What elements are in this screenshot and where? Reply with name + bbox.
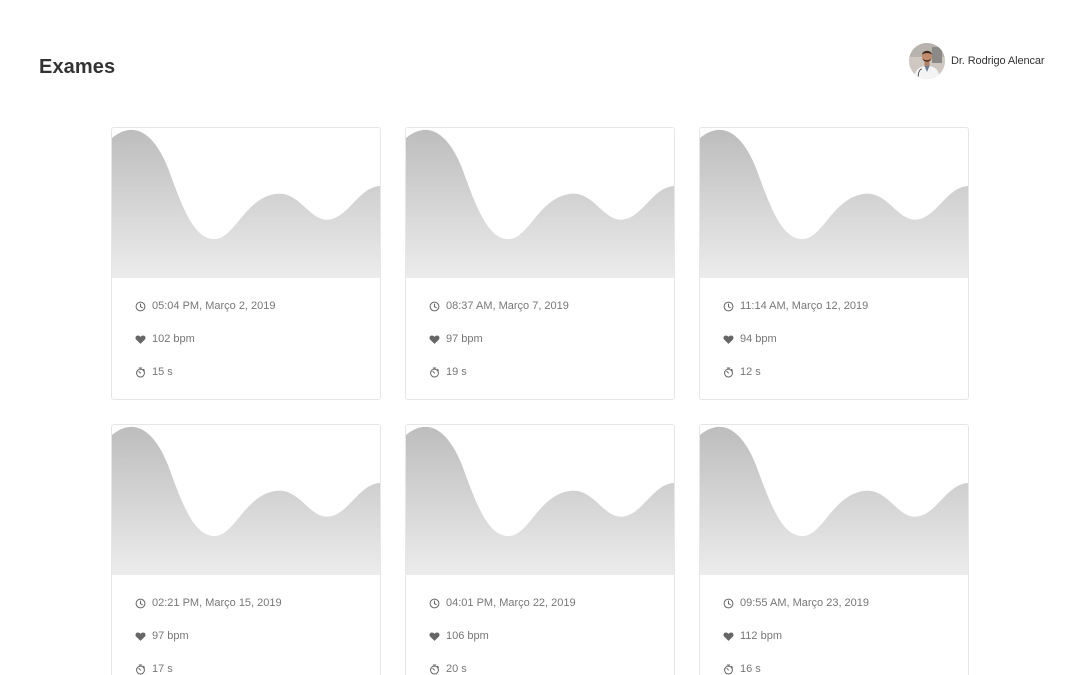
exam-card[interactable]: 09:55 AM, Março 23, 2019 112 bpm 16 s [699, 424, 969, 675]
stopwatch-icon [724, 664, 733, 674]
clock-icon [135, 598, 146, 608]
heart-icon [135, 631, 146, 641]
exam-card[interactable]: 05:04 PM, Março 2, 2019 102 bpm 15 s [111, 127, 381, 400]
exam-details: 05:04 PM, Março 2, 2019 102 bpm 15 s [112, 278, 380, 379]
exam-card[interactable]: 02:21 PM, Março 15, 2019 97 bpm 17 s [111, 424, 381, 675]
exam-datetime-text: 11:14 AM, Março 12, 2019 [740, 300, 869, 312]
exam-duration-text: 15 s [152, 366, 173, 378]
stopwatch-icon [724, 367, 733, 377]
clock-icon [429, 301, 440, 311]
exam-datetime-text: 08:37 AM, Março 7, 2019 [446, 300, 569, 312]
exam-heart-rate: 97 bpm [429, 332, 674, 346]
exam-datetime-text: 05:04 PM, Março 2, 2019 [152, 300, 276, 312]
heart-icon [723, 334, 734, 344]
user-name: Dr. Rodrigo Alencar [951, 55, 1045, 67]
exam-heart-rate-text: 97 bpm [152, 630, 189, 642]
exam-heart-rate: 106 bpm [429, 629, 674, 643]
heart-icon [429, 631, 440, 641]
exam-heart-rate-text: 112 bpm [740, 630, 782, 642]
exam-datetime-text: 02:21 PM, Março 15, 2019 [152, 597, 282, 609]
exam-duration: 15 s [135, 365, 380, 379]
ecg-wave-graphic [700, 128, 968, 278]
exam-datetime: 04:01 PM, Março 22, 2019 [429, 596, 674, 610]
page-title: Exames [39, 56, 116, 78]
ecg-wave-graphic [406, 128, 674, 278]
exam-duration: 20 s [429, 662, 674, 675]
ecg-wave-graphic [112, 128, 380, 278]
exam-heart-rate-text: 97 bpm [446, 333, 483, 345]
user-profile[interactable]: Dr. Rodrigo Alencar [909, 43, 1045, 79]
exam-datetime: 11:14 AM, Março 12, 2019 [723, 299, 968, 313]
exam-duration: 12 s [723, 365, 968, 379]
clock-icon [429, 598, 440, 608]
stopwatch-icon [430, 664, 439, 674]
exam-heart-rate: 102 bpm [135, 332, 380, 346]
exam-duration-text: 16 s [740, 663, 761, 675]
doctor-avatar[interactable] [909, 43, 945, 79]
heart-icon [723, 631, 734, 641]
exam-heart-rate-text: 106 bpm [446, 630, 489, 642]
exam-card[interactable]: 08:37 AM, Março 7, 2019 97 bpm 19 s [405, 127, 675, 400]
exam-details: 04:01 PM, Março 22, 2019 106 bpm 20 s [406, 575, 674, 675]
clock-icon [723, 598, 734, 608]
exam-duration: 17 s [135, 662, 380, 675]
exam-datetime: 08:37 AM, Março 7, 2019 [429, 299, 674, 313]
stopwatch-icon [430, 367, 439, 377]
exam-datetime-text: 04:01 PM, Março 22, 2019 [446, 597, 576, 609]
exam-duration-text: 20 s [446, 663, 467, 675]
exam-duration: 16 s [723, 662, 968, 675]
stopwatch-icon [136, 664, 145, 674]
clock-icon [723, 301, 734, 311]
exam-heart-rate-text: 102 bpm [152, 333, 195, 345]
ecg-wave-graphic [112, 425, 380, 575]
exam-duration-text: 12 s [740, 366, 761, 378]
stopwatch-icon [136, 367, 145, 377]
exams-page: Exames Dr. Rodrigo Alencar 05:04 PM, Mar… [0, 0, 1080, 675]
exam-card[interactable]: 11:14 AM, Março 12, 2019 94 bpm 12 s [699, 127, 969, 400]
exam-duration: 19 s [429, 365, 674, 379]
exam-datetime-text: 09:55 AM, Março 23, 2019 [740, 597, 870, 609]
ecg-wave-graphic [700, 425, 968, 575]
exam-details: 11:14 AM, Março 12, 2019 94 bpm 12 s [700, 278, 968, 379]
heart-icon [135, 334, 146, 344]
exam-details: 02:21 PM, Março 15, 2019 97 bpm 17 s [112, 575, 380, 675]
exam-details: 09:55 AM, Março 23, 2019 112 bpm 16 s [700, 575, 968, 675]
exam-card[interactable]: 04:01 PM, Março 22, 2019 106 bpm 20 s [405, 424, 675, 675]
exam-card-grid: 05:04 PM, Março 2, 2019 102 bpm 15 s 08:… [111, 127, 969, 675]
heart-icon [429, 334, 440, 344]
exam-datetime: 09:55 AM, Março 23, 2019 [723, 596, 968, 610]
exam-heart-rate: 94 bpm [723, 332, 968, 346]
exam-heart-rate-text: 94 bpm [740, 333, 777, 345]
exam-duration-text: 19 s [446, 366, 467, 378]
exam-datetime: 05:04 PM, Março 2, 2019 [135, 299, 380, 313]
exam-datetime: 02:21 PM, Março 15, 2019 [135, 596, 380, 610]
exam-details: 08:37 AM, Março 7, 2019 97 bpm 19 s [406, 278, 674, 379]
exam-heart-rate: 97 bpm [135, 629, 380, 643]
ecg-wave-graphic [406, 425, 674, 575]
exam-duration-text: 17 s [152, 663, 173, 675]
clock-icon [135, 301, 146, 311]
exam-heart-rate: 112 bpm [723, 629, 968, 643]
